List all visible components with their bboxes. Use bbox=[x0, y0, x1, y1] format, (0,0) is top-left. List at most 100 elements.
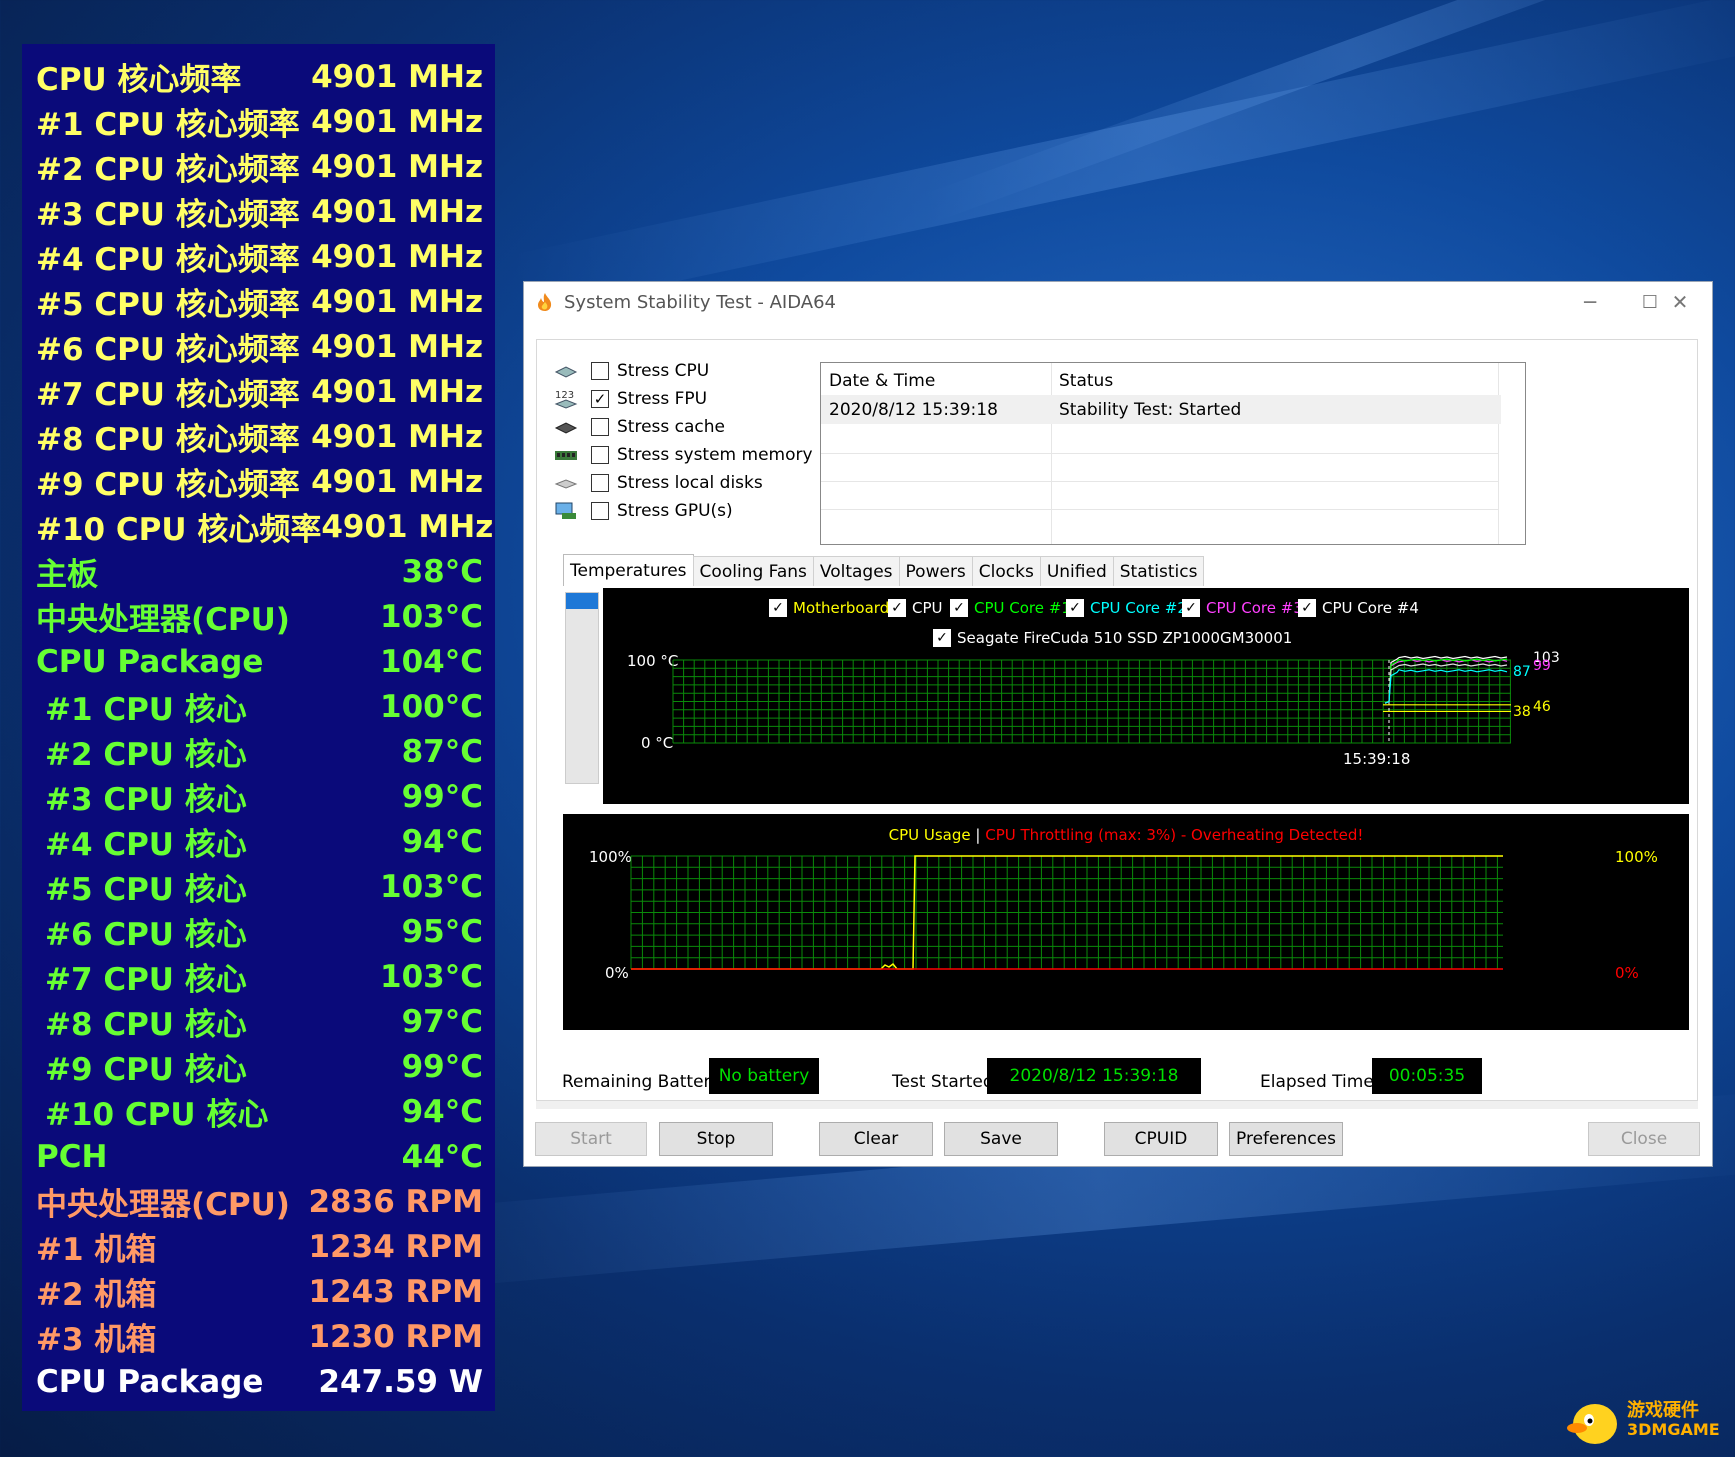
minimize-button[interactable]: ─ bbox=[1560, 282, 1620, 322]
osd-label: #5 CPU 核心频率 bbox=[36, 287, 300, 323]
battery-value: No battery bbox=[709, 1058, 819, 1094]
graph-scroll-slider[interactable] bbox=[565, 592, 599, 784]
osd-value: 4901 MHz bbox=[311, 148, 483, 185]
current-temp-value: 99 bbox=[1533, 658, 1551, 674]
stress-checkbox[interactable]: ✓ bbox=[591, 390, 609, 408]
osd-row: #7 CPU 核心频率 4901 MHz bbox=[36, 369, 483, 414]
osd-value: 4901 MHz bbox=[311, 418, 483, 455]
stress-label: Stress system memory bbox=[617, 445, 813, 465]
window-content: Stress CPU 123 ✓ Stress FPU Stress cache Stre… bbox=[536, 339, 1698, 1109]
current-temp-value: 46 bbox=[1533, 699, 1551, 715]
stress-checkbox[interactable] bbox=[591, 502, 609, 520]
tab-voltages[interactable]: Voltages bbox=[812, 556, 900, 586]
osd-row: PCH 44°C bbox=[36, 1134, 483, 1179]
osd-value: 4901 MHz bbox=[311, 283, 483, 320]
event-log-table[interactable]: Date & Time Status 2020/8/12 15:39:18 St… bbox=[820, 362, 1526, 545]
osd-row: 中央处理器(CPU) 2836 RPM bbox=[36, 1179, 483, 1224]
log-row[interactable]: 2020/8/12 15:39:18 Stability Test: Start… bbox=[821, 395, 1501, 424]
osd-value: 4901 MHz bbox=[311, 58, 483, 95]
osd-row: CPU Package 247.59 W bbox=[36, 1359, 483, 1404]
osd-row: #8 CPU 核心频率 4901 MHz bbox=[36, 414, 483, 459]
close-window-button[interactable]: ✕ bbox=[1650, 282, 1710, 322]
stress-checkbox[interactable] bbox=[591, 446, 609, 464]
temperature-plot bbox=[672, 655, 1511, 744]
cache-chip-icon bbox=[553, 417, 579, 437]
tab-cooling-fans[interactable]: Cooling Fans bbox=[692, 556, 814, 586]
duck-mascot-icon bbox=[1567, 1404, 1617, 1444]
osd-row: #2 机箱 1243 RPM bbox=[36, 1269, 483, 1314]
watermark-en: 3DMGAME bbox=[1627, 1420, 1720, 1439]
current-temp-value: 87 bbox=[1513, 664, 1531, 680]
osd-value: 4901 MHz bbox=[311, 238, 483, 275]
battery-label: Remaining Battery: bbox=[562, 1072, 726, 1092]
stress-label: Stress GPU(s) bbox=[617, 501, 733, 521]
osd-value: 103°C bbox=[380, 958, 483, 995]
osd-label: #7 CPU 核心频率 bbox=[36, 377, 300, 413]
stress-option-stress-gpu-s[interactable]: Stress GPU(s) bbox=[553, 497, 733, 525]
osd-label: #5 CPU 核心 bbox=[45, 872, 247, 908]
stop-button[interactable]: Stop bbox=[659, 1122, 773, 1156]
save-button[interactable]: Save bbox=[944, 1122, 1058, 1156]
log-datetime: 2020/8/12 15:39:18 bbox=[829, 399, 998, 420]
log-status: Stability Test: Started bbox=[1059, 399, 1242, 420]
cpu-usage-plot bbox=[630, 855, 1503, 970]
slider-thumb[interactable] bbox=[566, 593, 598, 609]
osd-row: #4 CPU 核心 94°C bbox=[36, 819, 483, 864]
osd-sensor-panel: CPU 核心频率 4901 MHz #1 CPU 核心频率 4901 MHz #2 CP… bbox=[22, 44, 495, 1411]
stress-option-stress-fpu[interactable]: 123 ✓ Stress FPU bbox=[553, 385, 707, 413]
disk-drive-icon bbox=[553, 473, 579, 493]
tab-unified[interactable]: Unified bbox=[1039, 556, 1114, 586]
stress-label: Stress local disks bbox=[617, 473, 763, 493]
osd-label: #8 CPU 核心频率 bbox=[36, 422, 300, 458]
osd-label: #1 CPU 核心频率 bbox=[36, 107, 300, 143]
tab-clocks[interactable]: Clocks bbox=[971, 556, 1041, 586]
osd-row: #7 CPU 核心 103°C bbox=[36, 954, 483, 999]
osd-value: 94°C bbox=[401, 1093, 483, 1130]
cpuid-button[interactable]: CPUID bbox=[1104, 1122, 1218, 1156]
stress-option-stress-cpu[interactable]: Stress CPU bbox=[553, 357, 709, 385]
stress-option-stress-local-disks[interactable]: Stress local disks bbox=[553, 469, 763, 497]
osd-label: #1 机箱 bbox=[36, 1232, 157, 1268]
osd-label: #4 CPU 核心 bbox=[45, 827, 247, 863]
osd-value: 95°C bbox=[401, 913, 483, 950]
start-button[interactable]: Start bbox=[535, 1122, 647, 1156]
osd-value: 100°C bbox=[380, 688, 483, 725]
osd-row: 主板 38°C bbox=[36, 549, 483, 594]
row-divider bbox=[821, 481, 1499, 482]
stress-label: Stress CPU bbox=[617, 361, 710, 381]
temp-grid bbox=[672, 659, 1511, 744]
preferences-button[interactable]: Preferences bbox=[1229, 1122, 1343, 1156]
osd-label: #3 机箱 bbox=[36, 1322, 157, 1358]
temp-series-line bbox=[1384, 659, 1508, 704]
osd-label: PCH bbox=[36, 1138, 108, 1175]
osd-value: 99°C bbox=[401, 778, 483, 815]
close-button[interactable]: Close bbox=[1588, 1122, 1700, 1156]
stress-option-stress-cache[interactable]: Stress cache bbox=[553, 413, 725, 441]
osd-label: #2 CPU 核心 bbox=[45, 737, 247, 773]
column-header-datetime[interactable]: Date & Time bbox=[829, 371, 935, 391]
fpu-123-icon: 123 bbox=[553, 389, 579, 409]
osd-label: #2 机箱 bbox=[36, 1277, 157, 1313]
stress-checkbox[interactable] bbox=[591, 418, 609, 436]
watermark-cn: 游戏硬件 bbox=[1627, 1400, 1699, 1421]
tab-temperatures[interactable]: Temperatures bbox=[563, 554, 694, 586]
gpu-monitor-icon bbox=[553, 501, 579, 521]
stress-label: Stress FPU bbox=[617, 389, 708, 409]
column-header-status[interactable]: Status bbox=[1059, 371, 1113, 391]
stress-checkbox[interactable] bbox=[591, 474, 609, 492]
temp-series-line bbox=[1384, 655, 1508, 704]
osd-label: 中央处理器(CPU) bbox=[36, 1187, 290, 1223]
osd-row: #9 CPU 核心 99°C bbox=[36, 1044, 483, 1089]
stress-checkbox[interactable] bbox=[591, 362, 609, 380]
temp-series-line bbox=[1384, 669, 1508, 704]
osd-row: CPU Package 104°C bbox=[36, 639, 483, 684]
osd-row: 中央处理器(CPU) 103°C bbox=[36, 594, 483, 639]
clear-button[interactable]: Clear bbox=[819, 1122, 933, 1156]
aida64-flame-icon bbox=[536, 292, 554, 312]
window-titlebar[interactable]: System Stability Test - AIDA64 ─ ☐ ✕ bbox=[524, 282, 1712, 322]
tab-powers[interactable]: Powers bbox=[898, 556, 973, 586]
tab-statistics[interactable]: Statistics bbox=[1112, 556, 1205, 586]
osd-value: 4901 MHz bbox=[311, 103, 483, 140]
stress-option-stress-system-memory[interactable]: Stress system memory bbox=[553, 441, 813, 469]
current-temp-value: 38 bbox=[1513, 704, 1531, 720]
